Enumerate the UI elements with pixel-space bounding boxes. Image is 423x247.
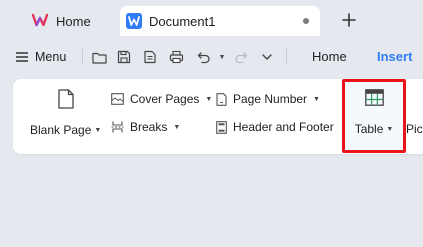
chevron-down-icon: ▼: [205, 95, 213, 103]
print-button[interactable]: [166, 47, 186, 67]
table-label: Table: [354, 122, 384, 136]
table-button[interactable]: Table ▼: [345, 89, 403, 136]
blank-page-label: Blank Page: [30, 123, 92, 137]
hamburger-icon: [16, 52, 28, 62]
chevron-down-icon: ▼: [94, 126, 102, 134]
undo-dropdown-button[interactable]: ▼: [212, 47, 232, 67]
blank-page-button[interactable]: Blank Page ▼: [30, 89, 101, 137]
printer-icon: [169, 50, 183, 64]
header-footer-button[interactable]: Header and Footer: [216, 120, 334, 134]
chevron-down-icon: ▼: [313, 95, 320, 103]
undo-icon: [197, 51, 210, 63]
cover-pages-button[interactable]: Cover Pages ▼: [111, 92, 212, 106]
blank-page-icon: [58, 89, 74, 109]
undo-button[interactable]: [194, 47, 214, 67]
open-folder-button[interactable]: [89, 47, 109, 67]
tab-strip: Home Document1: [0, 0, 423, 40]
chevron-down-icon: [262, 54, 272, 60]
page-number-icon: [216, 92, 227, 106]
header-footer-icon: [216, 120, 227, 134]
page-break-icon: [111, 121, 124, 133]
writer-document-icon: [126, 13, 142, 29]
export-pdf-button[interactable]: [140, 47, 160, 67]
chevron-down-icon: ▼: [173, 123, 181, 131]
breaks-button[interactable]: Breaks ▼: [111, 120, 180, 134]
chevron-down-icon: ▼: [386, 125, 394, 133]
redo-icon: [235, 51, 248, 63]
tab-home-label: Home: [56, 13, 91, 29]
tab-home[interactable]: Home: [22, 6, 115, 36]
customize-toolbar-button[interactable]: [257, 47, 277, 67]
tab-document-label: Document1: [149, 13, 216, 29]
save-icon: [117, 50, 131, 64]
tab-document[interactable]: Document1: [120, 6, 320, 36]
plus-icon: [342, 13, 356, 27]
folder-icon: [91, 52, 107, 64]
ribbon-tab-home[interactable]: Home: [312, 49, 347, 64]
table-icon: [364, 89, 384, 106]
breaks-label: Breaks: [130, 120, 168, 134]
page-number-button[interactable]: Page Number ▼: [216, 92, 320, 106]
toolbar-divider: [286, 49, 287, 65]
page-number-label: Page Number: [233, 92, 308, 106]
pictures-label: Pict: [406, 122, 423, 136]
toolbar-divider: [82, 49, 83, 65]
unsaved-dot-icon[interactable]: [303, 18, 309, 24]
pictures-button[interactable]: Pict: [406, 122, 423, 136]
quick-toolbar: Menu ▼ Home Insert: [0, 40, 423, 74]
menu-button[interactable]: Menu: [16, 46, 66, 68]
ribbon-tab-insert[interactable]: Insert: [377, 49, 412, 64]
menu-label: Menu: [35, 50, 67, 64]
export-icon: [144, 50, 156, 64]
save-button[interactable]: [114, 47, 134, 67]
chevron-down-icon: ▼: [218, 53, 226, 61]
cover-pages-label: Cover Pages: [130, 92, 200, 106]
cover-page-icon: [111, 93, 124, 105]
wps-logo-icon: [31, 13, 49, 30]
redo-button[interactable]: [231, 47, 251, 67]
new-tab-button[interactable]: [338, 9, 360, 31]
header-footer-label: Header and Footer: [233, 120, 334, 134]
